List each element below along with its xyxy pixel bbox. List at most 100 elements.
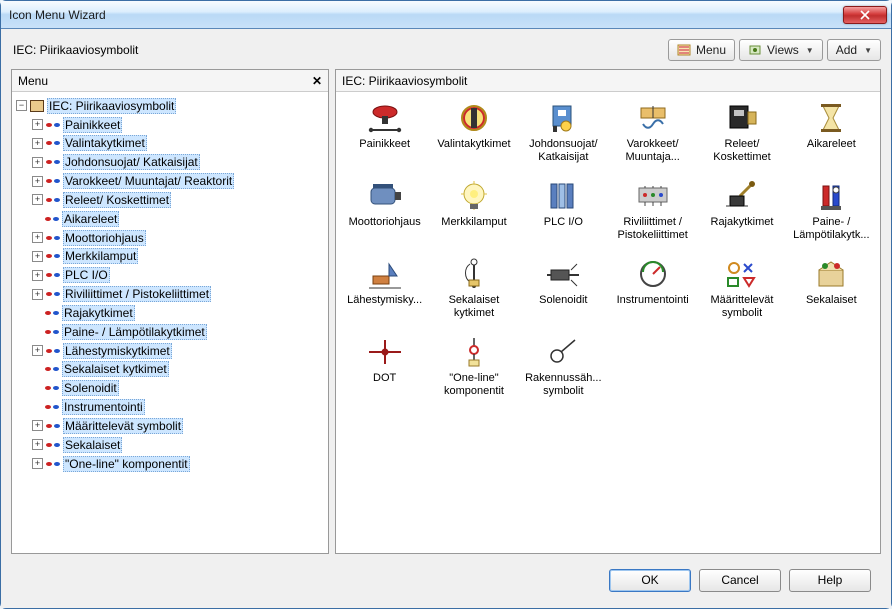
- expand-icon[interactable]: +: [32, 176, 43, 187]
- breaker-icon: [539, 100, 587, 136]
- icon-panel-title: IEC: Piirikaaviosymbolit: [342, 74, 467, 88]
- grid-item[interactable]: Sekalaiset: [787, 254, 876, 324]
- symbol-icon: [46, 194, 60, 206]
- ok-button[interactable]: OK: [609, 569, 691, 592]
- menu-button[interactable]: Menu: [668, 39, 735, 61]
- collapse-icon[interactable]: −: [16, 100, 27, 111]
- tree-node[interactable]: + Riviliittimet / Pistokeliittimet: [32, 284, 326, 303]
- limit-switch-icon: [718, 178, 766, 214]
- symbol-icon: [45, 382, 59, 394]
- symbol-icon: [45, 307, 59, 319]
- grid-item-label: DOT: [373, 372, 396, 385]
- tree-node[interactable]: +Valintakytkimet: [32, 134, 326, 153]
- pressure-icon: [807, 178, 855, 214]
- symbol-icon: [45, 401, 59, 413]
- expand-icon[interactable]: +: [32, 157, 43, 168]
- grid-item-label: Sekalaiset: [806, 294, 857, 307]
- tree-node-label: "One-line" komponentit: [63, 456, 190, 472]
- grid-item[interactable]: PLC I/O: [519, 176, 608, 246]
- expand-icon[interactable]: +: [32, 439, 43, 450]
- tree-node[interactable]: +Merkkilamput: [32, 247, 326, 266]
- tree-node[interactable]: +Painikkeet: [32, 115, 326, 134]
- grid-item[interactable]: Johdonsuojat/ Katkaisijat: [519, 98, 608, 168]
- tree-node-label: Johdonsuojat/ Katkaisijat: [63, 154, 200, 170]
- tree-node-label: Moottoriohjaus: [63, 230, 146, 246]
- expand-icon[interactable]: +: [32, 194, 43, 205]
- tree-node-label: Riviliittimet / Pistokeliittimet: [63, 286, 211, 302]
- close-button[interactable]: [843, 6, 887, 24]
- tree-node[interactable]: +Varokkeet/ Muuntajat/ Reaktorit: [32, 171, 326, 190]
- grid-item[interactable]: Releet/ Koskettimet: [697, 98, 786, 168]
- misc-switch-icon: [450, 256, 498, 292]
- tree-node[interactable]: Solenoidit: [32, 378, 326, 397]
- tree-node[interactable]: Paine- / Lämpötilakytkimet: [32, 322, 326, 341]
- expand-icon[interactable]: +: [32, 232, 43, 243]
- add-button-label: Add: [836, 43, 857, 57]
- tree-node[interactable]: + Sekalaiset: [32, 435, 326, 454]
- expand-icon[interactable]: +: [32, 251, 43, 262]
- expand-icon[interactable]: +: [32, 119, 43, 130]
- tree-node[interactable]: + Moottoriohjaus: [32, 228, 326, 247]
- grid-item-label: Merkkilamput: [441, 216, 506, 229]
- grid-item-label: Releet/ Koskettimet: [701, 138, 783, 164]
- grid-item[interactable]: Solenoidit: [519, 254, 608, 324]
- expand-icon[interactable]: +: [32, 138, 43, 149]
- icon-grid[interactable]: PainikkeetValintakytkimetJohdonsuojat/ K…: [336, 92, 880, 553]
- help-button[interactable]: Help: [789, 569, 871, 592]
- tree-node[interactable]: + "One-line" komponentit: [32, 454, 326, 473]
- grid-item[interactable]: Rakennussäh... symbolit: [519, 332, 608, 402]
- grid-item[interactable]: Sekalaiset kytkimet: [429, 254, 518, 324]
- views-button[interactable]: Views ▼: [739, 39, 823, 61]
- expand-icon[interactable]: +: [32, 420, 43, 431]
- grid-item[interactable]: Instrumentointi: [608, 254, 697, 324]
- motor-icon: [361, 178, 409, 214]
- grid-item[interactable]: Rajakytkimet: [697, 176, 786, 246]
- expand-icon[interactable]: +: [32, 458, 43, 469]
- grid-item[interactable]: "One-line" komponentit: [429, 332, 518, 402]
- tree-node[interactable]: Instrumentointi: [32, 397, 326, 416]
- expand-icon[interactable]: +: [32, 345, 43, 356]
- grid-item[interactable]: Lähestymisky...: [340, 254, 429, 324]
- symbol-icon: [46, 439, 60, 451]
- tree-node[interactable]: +Määrittelevät symbolit: [32, 416, 326, 435]
- tree-panel-close[interactable]: ✕: [312, 74, 322, 88]
- gauge-icon: [629, 256, 677, 292]
- proximity-icon: [361, 256, 409, 292]
- expand-icon[interactable]: +: [32, 270, 43, 281]
- tree-node-label: Aikareleet: [62, 211, 119, 227]
- grid-item-label: Aikareleet: [807, 138, 856, 151]
- tree-node[interactable]: +Lähestymiskytkimet: [32, 341, 326, 360]
- expand-icon[interactable]: +: [32, 289, 43, 300]
- grid-item[interactable]: DOT: [340, 332, 429, 402]
- symbol-icon: [46, 420, 60, 432]
- tree[interactable]: −IEC: Piirikaaviosymbolit+Painikkeet+Val…: [12, 92, 328, 553]
- tree-node-label: Sekalaiset kytkimet: [62, 361, 169, 377]
- tree-node-label: Rajakytkimet: [62, 305, 135, 321]
- grid-item[interactable]: Määrittelevät symbolit: [697, 254, 786, 324]
- tree-node[interactable]: Rajakytkimet: [32, 303, 326, 322]
- grid-item[interactable]: Merkkilamput: [429, 176, 518, 246]
- tree-node[interactable]: +PLC I/O: [32, 265, 326, 284]
- tree-node[interactable]: Sekalaiset kytkimet: [32, 360, 326, 379]
- tree-node[interactable]: +Releet/ Koskettimet: [32, 190, 326, 209]
- tree-node-label: Sekalaiset: [63, 437, 122, 453]
- grid-item[interactable]: Painikkeet: [340, 98, 429, 168]
- close-icon: [860, 10, 870, 20]
- grid-item[interactable]: Riviliittimet / Pistokeliittimet: [608, 176, 697, 246]
- grid-item-label: Instrumentointi: [617, 294, 689, 307]
- tree-panel-header: Menu ✕: [12, 70, 328, 92]
- tree-panel: Menu ✕ −IEC: Piirikaaviosymbolit+Painikk…: [11, 69, 329, 554]
- tree-node[interactable]: + Johdonsuojat/ Katkaisijat: [32, 152, 326, 171]
- grid-item[interactable]: Paine- / Lämpötilakytk...: [787, 176, 876, 246]
- tree-root-node[interactable]: −IEC: Piirikaaviosymbolit+Painikkeet+Val…: [16, 96, 326, 473]
- grid-item[interactable]: Varokkeet/ Muuntaja...: [608, 98, 697, 168]
- grid-item-label: Sekalaiset kytkimet: [433, 294, 515, 320]
- tree-node[interactable]: Aikareleet: [32, 209, 326, 228]
- cancel-button[interactable]: Cancel: [699, 569, 781, 592]
- toolbar: IEC: Piirikaaviosymbolit Menu Views ▼ Ad…: [11, 37, 881, 63]
- grid-item[interactable]: Valintakytkimet: [429, 98, 518, 168]
- grid-item-label: Paine- / Lämpötilakytk...: [790, 216, 872, 242]
- grid-item[interactable]: Aikareleet: [787, 98, 876, 168]
- add-button[interactable]: Add ▼: [827, 39, 881, 61]
- grid-item[interactable]: Moottoriohjaus: [340, 176, 429, 246]
